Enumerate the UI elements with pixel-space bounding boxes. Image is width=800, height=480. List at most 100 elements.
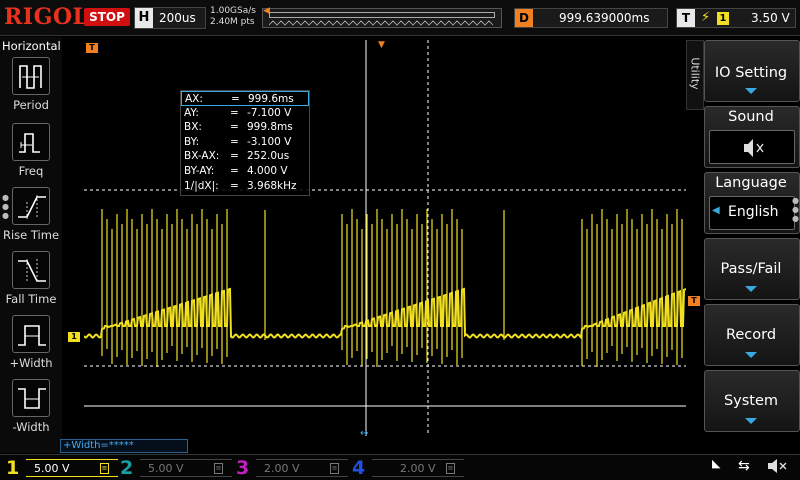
scroll-dots: ● ● ● [792,196,799,223]
ch1-trace [84,209,686,367]
delay-value: 999.639000ms [559,11,650,25]
cursor-row: BY-AY: = 4.000 V [184,164,288,177]
trigger-point-icon: ▼ [378,40,385,50]
measure-frequency[interactable]: Freq [0,123,62,185]
rising-edge-icon: ⚡ [701,10,711,25]
language-button[interactable]: Language ◀ English [704,172,800,234]
horizontal-label: H [135,8,153,28]
ch4-scale: 2.00 V [400,462,436,475]
menu-triangle-icon: ◣ [712,457,721,470]
negative-width-icon [12,379,50,417]
memory-window [269,12,495,18]
waveform-area [84,40,686,436]
top-status-bar: RIGOL STOP H 200us 1.00GSa/s 2.40M pts ◀… [0,0,800,36]
submenu-arrow-icon [745,418,757,424]
measure-negative-width[interactable]: -Width [0,379,62,441]
ch1-offset-marker[interactable]: 1 [68,332,80,342]
ch1-scale: 5.00 V [34,462,70,475]
submenu-arrow-icon [745,352,757,358]
measure-positive-width[interactable]: +Width [0,315,62,377]
trigger-level-marker[interactable]: T [688,296,700,306]
usb-icon: ⇆ [738,458,750,474]
ch2-number: 2 [120,457,134,479]
io-setting-button[interactable]: IO Setting [704,40,800,102]
select-arrow-icon: ◀ [712,205,720,216]
measurement-result: +Width=***** [60,439,188,453]
measure-period[interactable]: Period [0,57,62,119]
ch3-scale: 2.00 V [264,462,300,475]
trigger-settings[interactable]: T ⚡ 1 3.50 V [676,8,796,28]
language-value-box: ◀ English [709,196,795,230]
memory-waveform-preview [269,20,494,26]
timebase-value: 200us [159,11,196,25]
ch2-coupling-icon: ≡ [214,463,223,474]
frequency-icon [12,123,50,161]
cursor-row: BX: = 999.8ms [184,121,293,134]
ch2-box: 5.00 V ≡ [140,459,232,477]
memory-overview[interactable]: ◀ [262,6,502,28]
channel-bar: 1 5.00 V ≡ 2 5.00 V ≡ 3 2.00 V ≡ 4 2.00 … [0,454,800,480]
measure-menu: Horizontal Period Freq ● ● ● Rise Time Fal… [0,37,62,453]
io-setting-label: IO Setting [714,65,788,81]
pass-fail-button[interactable]: Pass/Fail [704,238,800,300]
positive-width-icon [12,315,50,353]
cursor-row: AX: = 999.6ms [181,91,309,106]
cursor-row: 1/|dX|: = 3.968kHz [184,179,297,192]
sound-label: Sound [728,109,774,125]
cursor-position-icon: ↔ [360,428,369,439]
measure-fall-time[interactable]: Fall Time [0,251,62,313]
ch3-number: 3 [236,457,250,479]
ch3-coupling-icon: ≡ [330,463,339,474]
speaker-mute-icon [709,130,795,164]
ch4-number: 4 [352,457,366,479]
menu-title: Horizontal [2,39,61,53]
pass-fail-label: Pass/Fail [720,261,782,277]
fall-time-icon [12,251,50,289]
freq-label: Freq [18,164,44,178]
trigger-label: T [677,9,695,27]
trigger-position-marker[interactable]: T [86,43,98,53]
fall-time-label: Fall Time [5,292,57,306]
ch4-coupling-icon: ≡ [446,463,455,474]
delay-label: D [515,9,533,27]
run-stop-status[interactable]: STOP [84,8,130,26]
cursor-row: BY: = -3.100 V [184,135,292,148]
cursor-row: AY: = -7.100 V [184,106,292,119]
waveform-display[interactable]: AX: = 999.6ms AY: = -7.100 V BX: = 999.8ms BY:… [84,40,686,436]
record-button[interactable]: Record [704,304,800,366]
ch4-box: 2.00 V ≡ [372,459,464,477]
ch1-box: 5.00 V ≡ [26,459,118,477]
submenu-arrow-icon [745,286,757,292]
system-label: System [723,393,779,409]
period-label: Period [13,98,49,112]
memory-depth: 2.40M pts [210,17,255,27]
submenu-arrow-icon [745,88,757,94]
cursor-row: BX-AX: = 252.0us [184,150,290,163]
speaker-mute-icon [766,456,792,480]
ch1-waveform [84,287,686,340]
ch1-number: 1 [6,457,20,479]
cursor-readout-panel: AX: = 999.6ms AY: = -7.100 V BX: = 999.8ms BY:… [180,90,310,196]
negative-width-label: -Width [12,420,50,434]
ch3-box: 2.00 V ≡ [256,459,348,477]
sound-button[interactable]: Sound [704,106,800,168]
trigger-level: 3.50 V [751,11,790,25]
period-icon [12,57,50,95]
system-button[interactable]: System [704,370,800,432]
delay-offset[interactable]: D 999.639000ms [514,8,668,28]
trigger-source: 1 [717,12,729,25]
ch2-scale: 5.00 V [148,462,184,475]
language-label: Language [715,175,787,191]
rise-time-icon [12,187,50,225]
acquisition-info: 1.00GSa/s 2.40M pts [210,6,256,28]
language-value: English [728,204,779,220]
horizontal-timebase[interactable]: H 200us [134,7,206,29]
positive-width-label: +Width [9,356,53,370]
utility-menu-tab[interactable]: Utility [686,40,704,110]
utility-menu: IO Setting Sound Language ◀ English Pass… [704,40,800,452]
brand-logo: RIGOL [4,4,89,30]
measure-rise-time[interactable]: Rise Time [0,187,62,249]
record-label: Record [725,327,777,343]
rise-time-label: Rise Time [2,228,60,242]
ch1-coupling-icon: ≡ [100,463,109,474]
